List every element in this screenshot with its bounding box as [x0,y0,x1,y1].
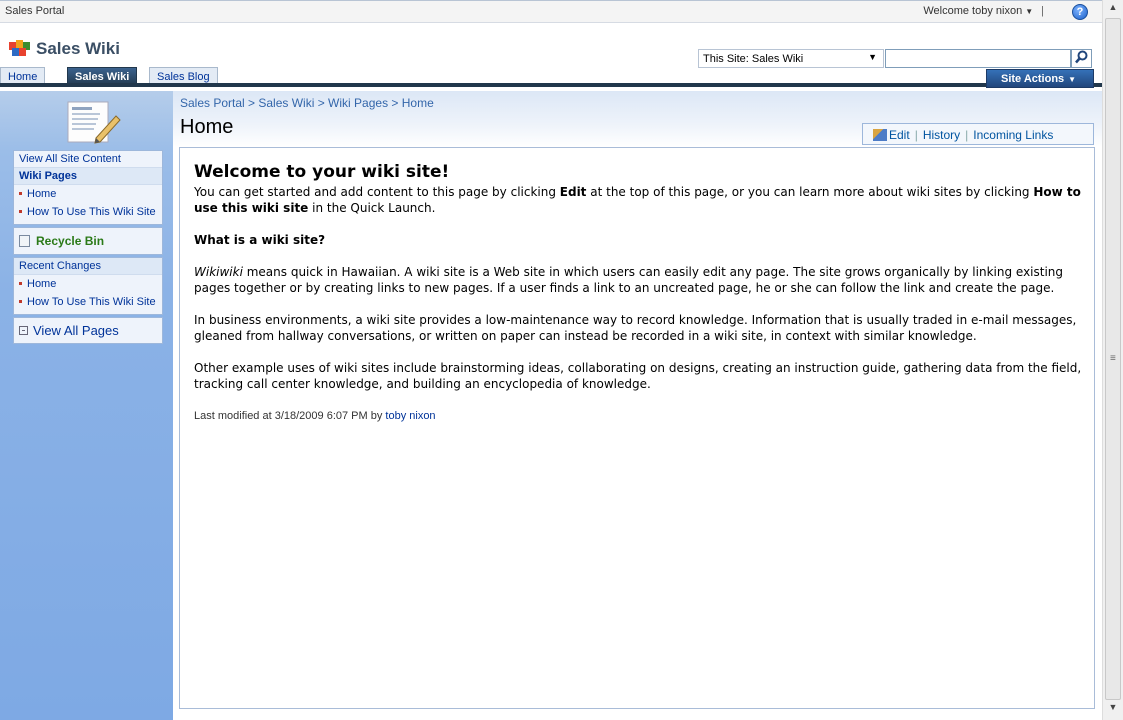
quick-launch: View All Site Content Wiki Pages Home Ho… [13,150,163,346]
recycle-bin-link[interactable]: Recycle Bin [14,228,162,254]
history-link[interactable]: History [923,128,960,142]
paragraph-text: means quick in Hawaiian. A wiki site is … [194,265,1064,295]
ql-group-recent: Recent Changes Home How To Use This Wiki… [13,257,163,315]
search-button[interactable] [1071,49,1092,68]
recycle-bin-label: Recycle Bin [36,234,105,248]
divider: | [1041,5,1044,17]
wiki-paragraph-3: Other example uses of wiki sites include… [194,361,1082,391]
wiki-paragraph-1: Wikiwiki means quick in Hawaiian. A wiki… [194,264,1084,296]
wiki-paragraph-2: In business environments, a wiki site pr… [194,313,1077,343]
edit-label: Edit [889,128,910,142]
vertical-scrollbar[interactable]: ▲ ≡ ▼ [1102,0,1123,720]
chevron-down-icon: ▼ [868,52,877,62]
collapse-icon [19,326,28,335]
wiki-page-icon [62,98,124,148]
scroll-up-arrow-icon[interactable]: ▲ [1105,2,1121,18]
intro-text: at the top of this page, or you can lear… [586,185,1034,199]
intro-text: in the Quick Launch. [308,201,436,215]
search-scope-value: This Site: Sales Wiki [703,53,804,65]
welcome-menu[interactable]: Welcome toby nixon ▼ | [923,5,1044,17]
recycle-bin-icon [19,235,30,247]
ql-wiki-page-how-to[interactable]: How To Use This Wiki Site [14,203,162,224]
scrollbar-thumb[interactable]: ≡ [1105,18,1121,700]
grip-icon: ≡ [1110,353,1116,364]
wiki-content: Welcome to your wiki site! You can get s… [194,162,1084,424]
site-logo-icon [9,40,31,56]
wiki-content-panel: Welcome to your wiki site! You can get s… [179,147,1095,709]
last-modified-text: Last modified at 3/18/2009 6:07 PM by [194,410,386,422]
ql-wiki-page-home[interactable]: Home [14,185,162,203]
top-nav-tabs: Home Sales Wiki Sales Blog [0,67,1102,87]
divider: | [914,128,918,142]
view-all-pages-label: View All Pages [33,323,119,338]
search-scope-select[interactable]: This Site: Sales Wiki ▼ [698,49,884,68]
breadcrumb[interactable]: Sales Portal > Sales Wiki > Wiki Pages >… [180,96,434,110]
divider: | [965,128,969,142]
view-all-site-content-link[interactable]: View All Site Content [14,151,162,168]
intro-edit-text: Edit [559,185,587,199]
search-icon [1075,50,1088,64]
wiki-heading: Welcome to your wiki site! [194,162,450,182]
ql-recent-changes-header: Recent Changes [14,258,162,275]
page-title: Home [180,116,234,138]
edit-icon [873,129,887,141]
intro-text: You can get started and add content to t… [194,185,560,199]
ql-wiki-pages-header[interactable]: Wiki Pages [14,168,162,185]
site-title[interactable]: Sales Wiki [36,39,120,59]
wikiwiki-term: Wikiwiki [194,265,243,279]
search-input[interactable] [885,49,1071,68]
welcome-label: Welcome toby nixon [923,5,1023,17]
chevron-down-icon: ▼ [1025,7,1034,16]
wiki-action-bar: Edit | History | Incoming Links [862,123,1094,145]
last-modified: Last modified at 3/18/2009 6:07 PM by to… [194,408,1084,424]
ql-group-recycle: Recycle Bin [13,227,163,255]
site-actions-button[interactable]: Site Actions ▼ [986,69,1094,88]
ql-recent-home[interactable]: Home [14,275,162,293]
help-icon[interactable]: ? [1072,4,1088,20]
global-nav-bar: Sales Portal Welcome toby nixon ▼ | ? [0,0,1102,23]
wiki-subheading: What is a wiki site? [194,233,326,247]
chevron-down-icon: ▼ [1068,75,1077,84]
tab-underline [0,83,1102,87]
view-all-pages-link[interactable]: View All Pages [14,318,162,343]
site-actions-label: Site Actions [1001,73,1065,85]
ql-group-content: View All Site Content Wiki Pages Home Ho… [13,150,163,225]
incoming-links-link[interactable]: Incoming Links [973,128,1053,142]
modified-by-user-link[interactable]: toby nixon [385,410,435,422]
ql-group-view-all: View All Pages [13,317,163,344]
edit-button[interactable]: Edit [873,128,910,142]
portal-link[interactable]: Sales Portal [5,5,64,17]
ql-recent-how-to[interactable]: How To Use This Wiki Site [14,293,162,314]
scroll-down-arrow-icon[interactable]: ▼ [1105,702,1121,718]
intro-paragraph: You can get started and add content to t… [194,184,1084,216]
